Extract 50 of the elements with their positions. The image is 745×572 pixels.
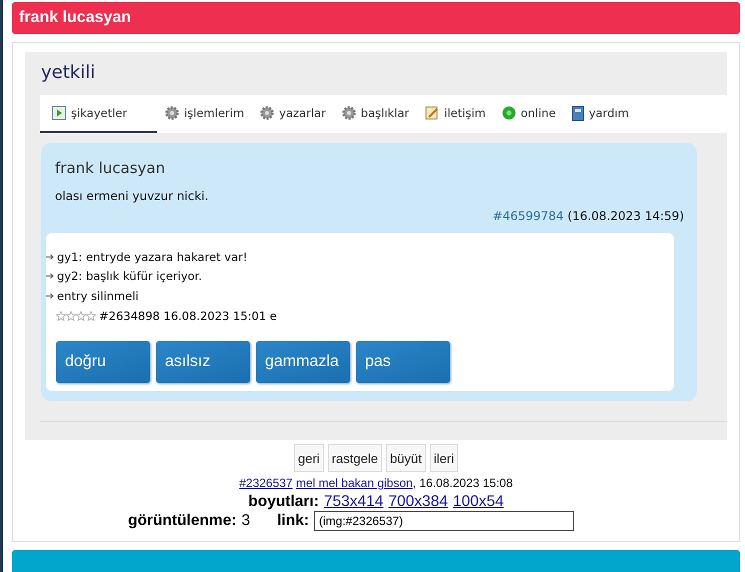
action-button[interactable]: gammazla [256,340,350,382]
author-link[interactable]: mel mel bakan gibson [296,476,413,490]
star-icon [66,310,76,320]
link-field[interactable]: (img:#2326537) [314,511,574,531]
size-link[interactable]: 700x384 [388,493,448,511]
arrow-icon [46,254,54,260]
tab[interactable]: işlemlerim [157,95,252,133]
action-button[interactable]: pas [356,340,450,382]
nav-button[interactable]: rastgele [328,444,382,472]
gear-icon [260,106,274,120]
views-label: görüntülenme: [128,512,236,530]
tab[interactable]: iletişim [417,95,494,133]
views-count: 3 [242,512,250,530]
book-icon [572,106,584,120]
arrow-icon [46,273,54,280]
action-button[interactable]: asılsız [156,340,250,382]
entry-meta: #2634898 16.08.2023 15:01 e [99,308,277,322]
nav-button[interactable]: geri [294,444,324,472]
status-dot-icon [502,106,516,120]
tab[interactable]: başlıklar [334,95,418,133]
link-label: link: [277,512,309,530]
star-icon [86,310,96,320]
upload-date: , 16.08.2023 15:08 [412,476,513,490]
reason-text: entry silinmeli [57,288,139,303]
tab[interactable]: online [494,95,564,133]
entry-link[interactable]: #46599784 [492,209,564,223]
play-icon [52,106,66,120]
reason-text: gy2: başlık küfür içeriyor. [57,269,202,284]
nav-button[interactable]: ileri [430,444,458,472]
complaint-text: olası ermeni yuvzur nicki. [54,188,210,203]
complaint-date: (16.08.2023 14:59) [568,209,684,223]
gear-icon [342,106,356,120]
notepad-icon [425,106,440,120]
page-title: yetkili [40,61,96,85]
star-icon [56,310,66,320]
header-title: frank lucasyan [19,9,132,27]
gear-icon [165,106,180,120]
arrow-icon [46,292,54,299]
sizes-label: boyutları: [248,493,319,511]
complaint-author: frank lucasyan [54,158,166,177]
tab[interactable]: şikayetler [40,95,158,133]
size-link[interactable]: 753x414 [324,493,384,511]
size-link[interactable]: 100x54 [452,493,504,511]
reason-text: gy1: entryde yazara hakaret var! [57,250,248,264]
tab[interactable]: yazarlar [252,95,334,133]
nav-button[interactable]: büyüt [386,444,426,472]
image-id-link[interactable]: #2326537 [239,476,293,490]
action-button[interactable]: doğru [56,340,150,382]
tab[interactable]: yardım [564,95,637,133]
star-icon [76,310,86,320]
